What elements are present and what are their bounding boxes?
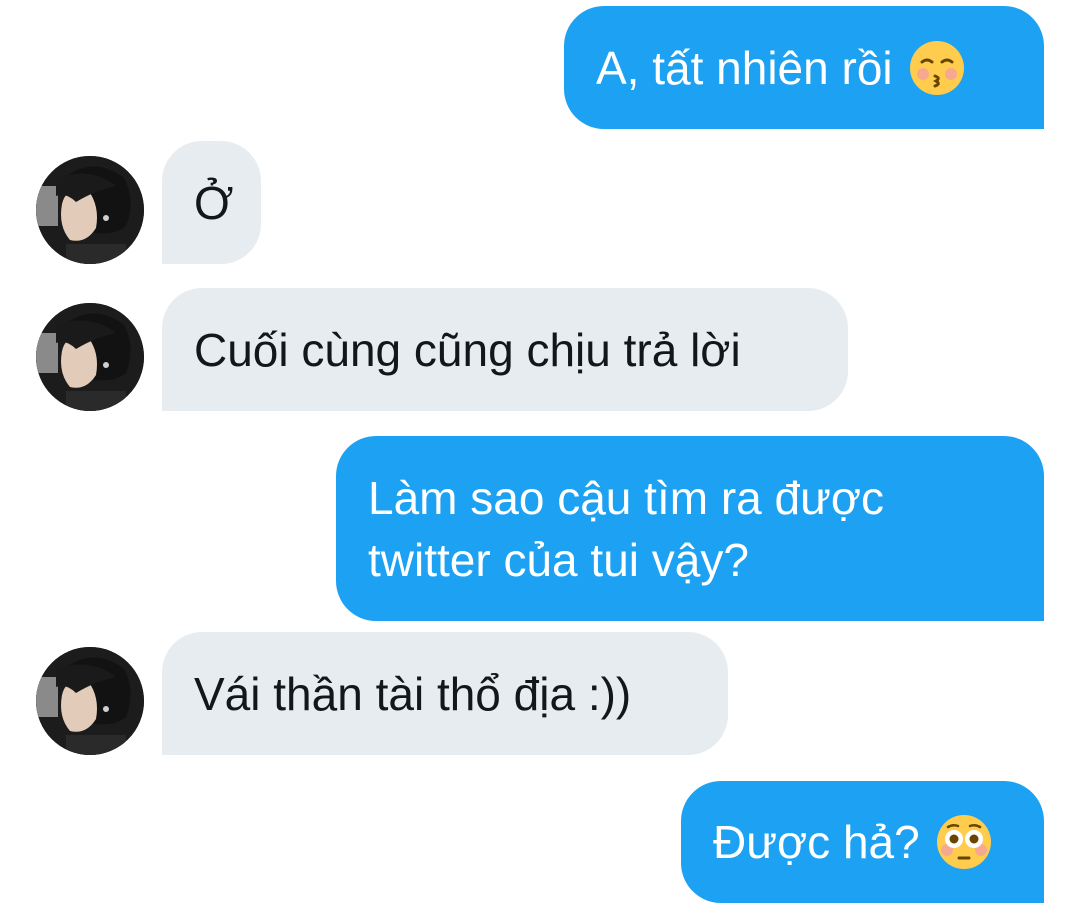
- avatar[interactable]: [36, 303, 144, 411]
- kissing-face-with-closed-eyes-icon: [909, 40, 964, 95]
- message-text: Được hả?: [713, 816, 920, 868]
- avatar[interactable]: [36, 156, 144, 264]
- message-text: Làm sao cậu tìm ra được twitter của tui …: [368, 471, 885, 586]
- message-text: A, tất nhiên rồi: [596, 41, 893, 94]
- message-bubble-outgoing: Làm sao cậu tìm ra được twitter của tui …: [336, 436, 1044, 621]
- message-text: Cuối cùng cũng chịu trả lời: [194, 323, 741, 376]
- message-bubble-outgoing: A, tất nhiên rồi: [564, 6, 1044, 129]
- message-text: Ở: [194, 176, 234, 229]
- message-bubble-incoming: Vái thần tài thổ địa :)): [162, 632, 728, 755]
- message-text: Vái thần tài thổ địa :)): [194, 667, 632, 720]
- avatar-image: [36, 156, 144, 264]
- message-bubble-incoming: Ở: [162, 141, 261, 264]
- message-bubble-outgoing: Được hả?: [681, 781, 1044, 903]
- avatar-image: [36, 647, 144, 755]
- avatar[interactable]: [36, 647, 144, 755]
- message-bubble-incoming: Cuối cùng cũng chịu trả lời: [162, 288, 848, 411]
- flushed-face-icon: [936, 815, 991, 869]
- avatar-image: [36, 303, 144, 411]
